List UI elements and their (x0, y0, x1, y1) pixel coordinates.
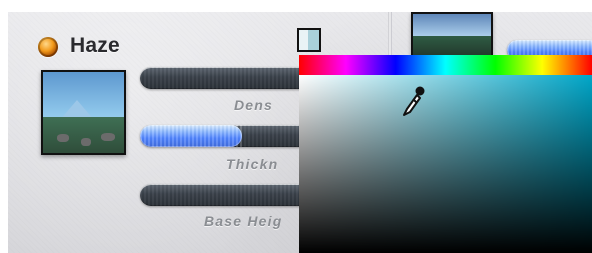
density-label: Dens (234, 97, 274, 113)
haze-enabled-indicator[interactable] (38, 37, 58, 57)
eyedropper-icon (403, 86, 425, 116)
thumbnail-rock (81, 138, 91, 146)
color-picker-popup[interactable] (299, 55, 592, 253)
panel-title: Haze (70, 34, 120, 57)
thickness-slider-fill (140, 125, 242, 147)
secondary-preview-thumbnail[interactable] (411, 12, 493, 58)
haze-color-swatch[interactable] (297, 28, 321, 52)
haze-preview-thumbnail[interactable] (41, 70, 126, 155)
thumbnail-rock (101, 133, 115, 141)
density-slider[interactable] (140, 67, 310, 89)
secondary-thumbnail-ground (413, 36, 491, 56)
thumbnail-rock (57, 134, 69, 142)
saturation-value-field[interactable] (299, 75, 592, 253)
thickness-slider[interactable] (140, 125, 310, 147)
base-height-slider[interactable] (140, 184, 310, 206)
hue-spectrum-bar[interactable] (299, 55, 592, 75)
base-height-label: Base Heig (204, 213, 283, 229)
thickness-label: Thickn (226, 156, 279, 172)
